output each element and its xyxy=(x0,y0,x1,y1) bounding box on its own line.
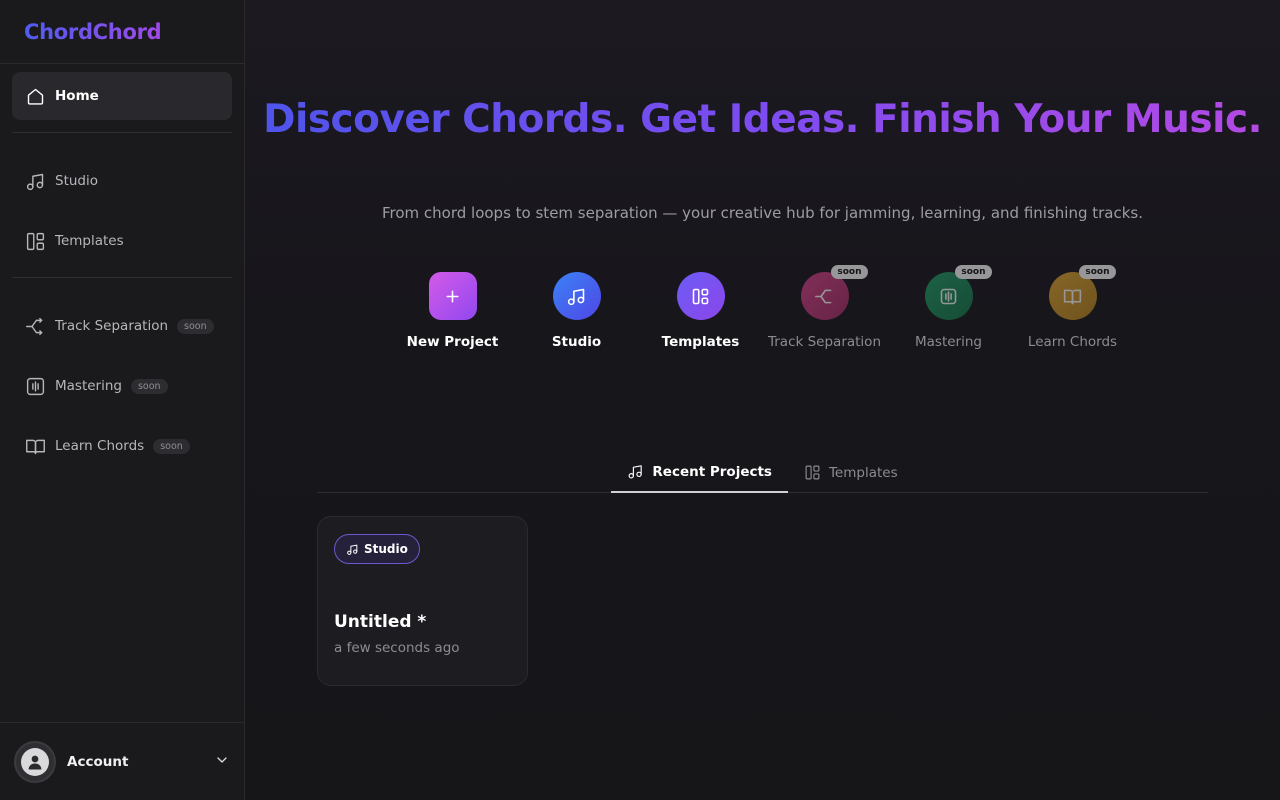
quick-actions: New Project Studio Templates soon Track … xyxy=(245,265,1280,352)
tab-label: Templates xyxy=(828,464,898,481)
soon-badge: soon xyxy=(153,438,190,454)
tab-label: Recent Projects xyxy=(652,463,772,480)
templates-button[interactable]: Templates xyxy=(639,272,763,352)
action-label: Learn Chords xyxy=(1027,334,1118,350)
split-icon xyxy=(24,315,46,337)
page-subtitle: From chord loops to stem separation — yo… xyxy=(381,204,1143,222)
chevron-down-icon[interactable] xyxy=(214,752,230,772)
project-tabs: Recent Projects Templates xyxy=(317,452,1208,493)
music-note-icon xyxy=(347,544,358,555)
soon-badge: soon xyxy=(831,265,868,279)
account-label: Account xyxy=(67,753,129,770)
sidebar-item-home[interactable]: Home xyxy=(12,72,232,120)
project-timestamp: a few seconds ago xyxy=(334,640,460,656)
tab-recent-projects[interactable]: Recent Projects xyxy=(611,452,788,493)
sidebar-item-label: Learn Chords xyxy=(55,438,145,454)
book-icon: soon xyxy=(1048,265,1116,320)
studio-button[interactable]: Studio xyxy=(515,272,639,352)
sidebar-item-label: Mastering xyxy=(55,378,122,394)
home-icon xyxy=(24,85,46,107)
music-note-icon xyxy=(552,272,601,320)
sidebar-item-learn-chords[interactable]: Learn Chords soon xyxy=(12,422,232,470)
new-project-button[interactable]: New Project xyxy=(391,272,515,352)
project-type-badge: Studio xyxy=(334,534,420,564)
soon-badge: soon xyxy=(130,378,168,394)
templates-icon xyxy=(24,230,46,252)
sidebar-item-label: Home xyxy=(55,88,99,104)
book-icon xyxy=(24,435,46,457)
project-title: Untitled * xyxy=(334,612,427,632)
tab-templates[interactable]: Templates xyxy=(788,452,914,493)
plus-icon xyxy=(428,272,477,320)
action-label: Track Separation xyxy=(767,334,882,350)
sidebar-item-studio[interactable]: Studio xyxy=(12,157,232,205)
mastering-button[interactable]: soon Mastering xyxy=(887,265,1011,352)
sidebar-item-label: Studio xyxy=(55,173,98,189)
music-note-icon xyxy=(628,465,643,479)
learn-chords-button[interactable]: soon Learn Chords xyxy=(1011,265,1135,352)
divider xyxy=(12,132,232,133)
track-separation-button[interactable]: soon Track Separation xyxy=(763,265,887,352)
split-icon: soon xyxy=(800,265,868,320)
account-menu[interactable]: Account xyxy=(0,722,244,800)
sidebar-item-track-separation[interactable]: Track Separation soon xyxy=(12,302,232,350)
templates-icon xyxy=(676,272,725,320)
page-title: Discover Chords. Get Ideas. Finish Your … xyxy=(263,97,1262,142)
soon-badge: soon xyxy=(177,318,214,334)
sidebar-item-label: Track Separation xyxy=(55,318,169,334)
project-card[interactable]: Studio Untitled * a few seconds ago xyxy=(317,516,528,686)
soon-badge: soon xyxy=(1079,265,1116,279)
sidebar-nav: Home Studio Templates Track Separation s… xyxy=(0,64,244,478)
sidebar-item-label: Templates xyxy=(55,233,124,249)
brand-logo[interactable]: ChordChord xyxy=(0,0,244,64)
waveform-icon: soon xyxy=(924,265,992,320)
main-content: Discover Chords. Get Ideas. Finish Your … xyxy=(245,0,1280,800)
music-note-icon xyxy=(24,170,46,192)
brand-name[interactable]: ChordChord xyxy=(24,20,162,44)
divider xyxy=(12,277,232,278)
soon-badge: soon xyxy=(955,265,992,279)
sidebar-item-mastering[interactable]: Mastering soon xyxy=(12,362,232,410)
sidebar-item-templates[interactable]: Templates xyxy=(12,217,232,265)
sidebar: ChordChord Home Studio Templates Track S… xyxy=(0,0,245,800)
action-label: Templates xyxy=(661,334,740,350)
action-label: Studio xyxy=(551,334,602,350)
avatar[interactable] xyxy=(14,740,56,783)
user-icon xyxy=(21,747,49,776)
action-label: New Project xyxy=(406,334,499,350)
waveform-icon xyxy=(24,375,46,397)
action-label: Mastering xyxy=(915,334,982,350)
templates-icon xyxy=(805,465,820,480)
